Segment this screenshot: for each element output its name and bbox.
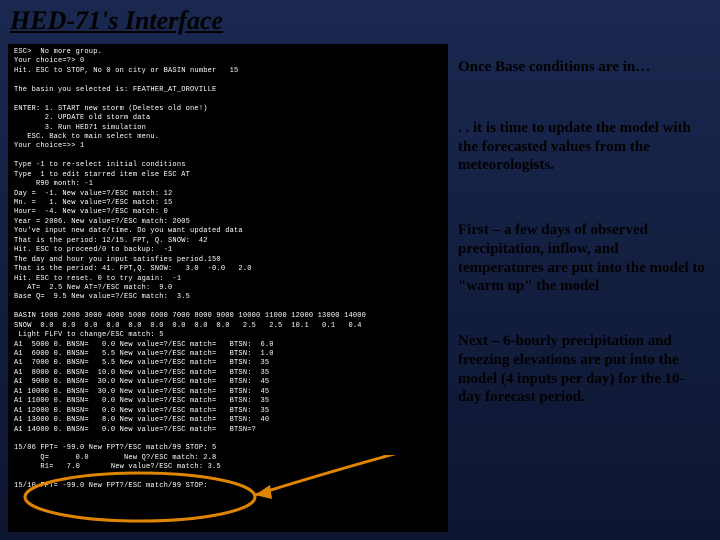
slide-title: HED-71's Interface bbox=[10, 6, 223, 36]
note-4: Next – 6-hourly precipitation and freezi… bbox=[458, 332, 706, 407]
note-3: First – a few days of observed precipita… bbox=[458, 221, 706, 296]
notes-panel: Once Base conditions are in… . . it is t… bbox=[458, 44, 706, 532]
note-2: . . it is time to update the model with … bbox=[458, 119, 706, 175]
note-1: Once Base conditions are in… bbox=[458, 58, 706, 77]
terminal-screenshot: ESC> No more group. Your choice=?> 0 Hit… bbox=[8, 44, 448, 532]
